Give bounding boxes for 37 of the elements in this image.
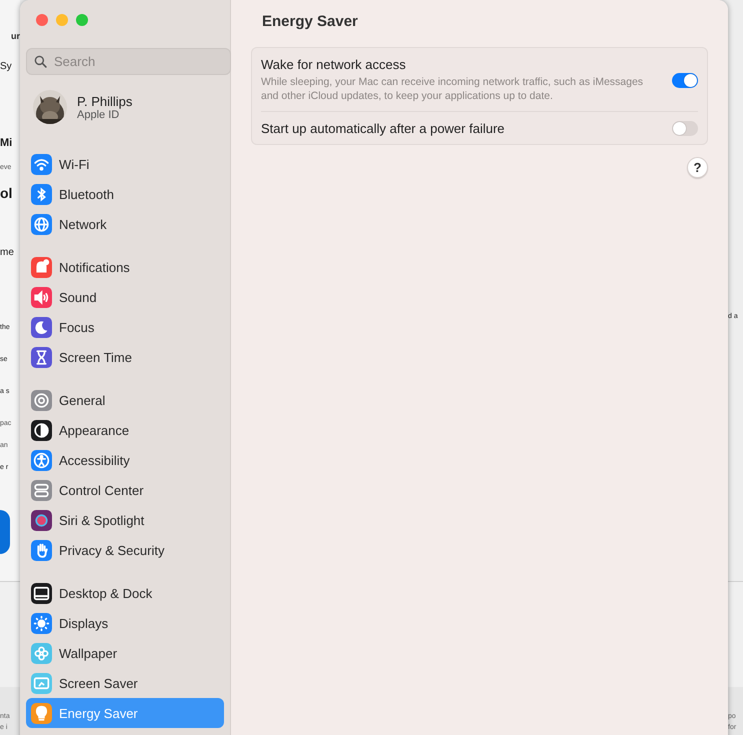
sidebar-item[interactable]: Displays <box>26 608 224 638</box>
sidebar-item[interactable]: Screen Time <box>26 342 224 372</box>
account-name[interactable]: P. Phillips <box>77 94 132 108</box>
sidebar-item[interactable]: Wi-Fi <box>26 149 224 179</box>
sidebar-item[interactable]: General <box>26 385 224 415</box>
window-title: Energy Saver <box>261 12 359 32</box>
sidebar-item[interactable]: Notifications <box>26 252 224 282</box>
setting-description: While sleeping, your Mac can receive incoming network traffic, such as iMessages and other iCloud updates, to keep your applications up to date. <box>261 75 644 103</box>
page-text: me <box>0 248 15 260</box>
minimize-button[interactable] <box>56 14 68 26</box>
sidebar-item[interactable]: Privacy & Security <box>26 535 224 565</box>
toggle-switch[interactable] <box>672 72 698 88</box>
close-button[interactable] <box>36 14 48 26</box>
page-text: ol <box>0 186 14 203</box>
setting-label: Start up automatically after a power failure <box>261 121 505 136</box>
zoom-button[interactable] <box>76 14 88 26</box>
sidebar-item[interactable]: Sound <box>26 282 224 312</box>
help-button[interactable]: ? <box>687 157 708 178</box>
search-field[interactable]: Search <box>26 48 231 75</box>
round-button[interactable] <box>0 510 10 554</box>
sidebar-item[interactable]: Desktop & Dock <box>26 578 224 608</box>
sidebar-item[interactable]: Bluetooth <box>26 179 224 209</box>
sidebar-item[interactable]: Network <box>26 209 224 239</box>
sidebar-item[interactable]: Wallpaper <box>26 638 224 668</box>
page-text: ur <box>10 30 20 42</box>
sidebar-item[interactable]: Focus <box>26 312 224 342</box>
sidebar-item[interactable]: Accessibility <box>26 445 224 475</box>
page-text: Sy <box>0 62 13 74</box>
toggle-switch[interactable] <box>672 121 698 136</box>
search-icon <box>34 55 47 68</box>
sidebar-item[interactable]: Control Center <box>26 475 224 505</box>
sidebar-item[interactable]: Appearance <box>26 415 224 445</box>
sidebar-item[interactable]: Siri & Spotlight <box>26 505 224 535</box>
page-text: Mi <box>0 138 14 151</box>
setting-label: Wake for network access <box>261 57 407 72</box>
account-subtitle: Apple ID <box>77 108 120 120</box>
sidebar-item[interactable]: Screen Saver <box>26 668 224 698</box>
